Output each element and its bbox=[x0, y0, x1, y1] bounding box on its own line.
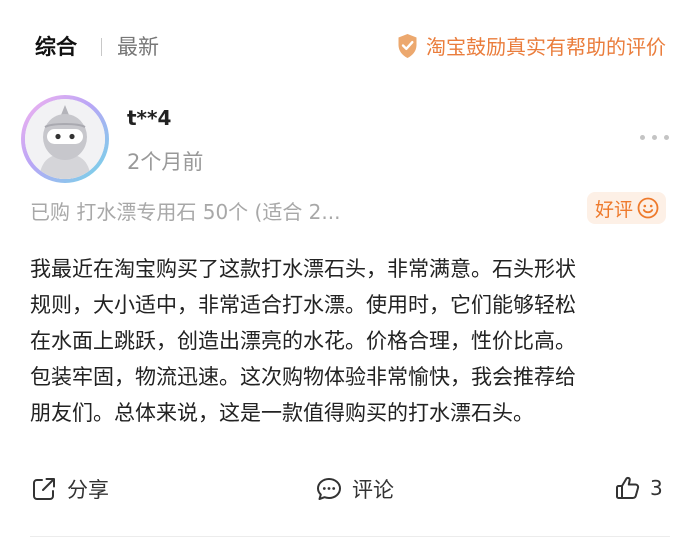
smile-icon bbox=[637, 197, 659, 219]
more-dots-icon bbox=[663, 134, 669, 140]
more-options-button[interactable] bbox=[632, 122, 676, 152]
username[interactable]: t**4 bbox=[127, 106, 171, 130]
avatar[interactable] bbox=[21, 95, 109, 183]
share-icon bbox=[33, 478, 55, 500]
tab-comprehensive[interactable]: 综合 bbox=[35, 31, 77, 61]
comment-button[interactable]: 评论 bbox=[315, 474, 394, 504]
review-text: 我最近在淘宝购买了这款打水漂石头，非常满意。石头形状 规则，大小适中，非常适合打… bbox=[30, 251, 680, 431]
thumbs-up-icon bbox=[616, 476, 640, 499]
bottom-divider bbox=[30, 536, 670, 537]
notice-text: 淘宝鼓励真实有帮助的评价 bbox=[426, 35, 666, 59]
review-line: 规则，大小适中，非常适合打水漂。使用时，它们能够轻松 bbox=[30, 293, 576, 317]
review-line: 朋友们。总体来说，这是一款值得购买的打水漂石头。 bbox=[30, 401, 534, 425]
comment-label: 评论 bbox=[352, 478, 394, 502]
like-count: 3 bbox=[650, 476, 663, 500]
review-line: 在水面上跳跃，创造出漂亮的水花。价格合理，性价比高。 bbox=[30, 329, 576, 353]
review-notice[interactable]: 淘宝鼓励真实有帮助的评价 bbox=[395, 31, 666, 60]
post-time: 2个月前 bbox=[127, 150, 204, 174]
verified-shield-icon bbox=[398, 33, 417, 58]
action-bar: 分享 评论 3 bbox=[0, 470, 700, 514]
share-label: 分享 bbox=[67, 478, 109, 502]
sort-bar: 综合 最新 淘宝鼓励真实有帮助的评价 bbox=[0, 0, 700, 96]
ninja-avatar-icon bbox=[25, 99, 105, 179]
tab-latest[interactable]: 最新 bbox=[117, 31, 159, 61]
comment-icon bbox=[317, 478, 341, 500]
tab-divider bbox=[101, 38, 102, 56]
review-line: 我最近在淘宝购买了这款打水漂石头，非常满意。石头形状 bbox=[30, 257, 576, 281]
rating-label: 好评 bbox=[595, 198, 634, 221]
rating-badge: 好评 bbox=[587, 192, 667, 224]
share-button[interactable]: 分享 bbox=[30, 474, 109, 504]
purchase-info[interactable]: 已购 打水漂专用石 50个 (适合 2... bbox=[30, 196, 340, 225]
like-button[interactable]: 3 bbox=[614, 474, 663, 502]
review-line: 包装牢固，物流迅速。这次购物体验非常愉快，我会推荐给 bbox=[30, 365, 576, 389]
more-dots-icon bbox=[651, 134, 657, 140]
more-dots-icon bbox=[639, 134, 645, 140]
